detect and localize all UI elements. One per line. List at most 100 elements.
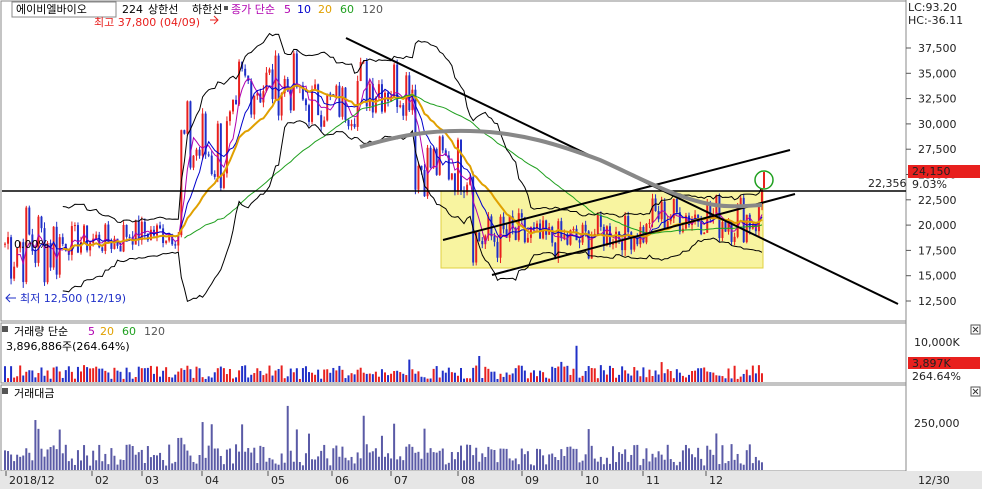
candle-body bbox=[28, 207, 31, 235]
volume-bar bbox=[119, 371, 122, 382]
volume-bar bbox=[55, 366, 58, 382]
x-tick-label: 06 bbox=[335, 474, 349, 487]
candle-body bbox=[326, 93, 329, 121]
left-pct-label: 0.00% bbox=[14, 238, 49, 251]
candle-body bbox=[520, 213, 523, 218]
amount-bar bbox=[259, 445, 262, 470]
amount-bar bbox=[265, 461, 268, 470]
amount-bar bbox=[675, 465, 678, 470]
candle-body bbox=[624, 215, 627, 251]
candle-body bbox=[268, 69, 271, 73]
candle-body bbox=[10, 237, 13, 279]
candle-body bbox=[651, 198, 654, 223]
volume-bar bbox=[444, 372, 447, 382]
volume-bar bbox=[146, 367, 149, 382]
volume-bar bbox=[426, 378, 429, 382]
volume-bar bbox=[116, 370, 119, 382]
amount-bar bbox=[444, 464, 447, 470]
candle-body bbox=[156, 225, 158, 236]
amount-bar bbox=[219, 455, 222, 470]
candle-body bbox=[450, 173, 453, 180]
volume-bar bbox=[596, 378, 599, 382]
amount-bar bbox=[760, 462, 763, 470]
amount-bar bbox=[669, 459, 672, 470]
candle-body bbox=[76, 225, 79, 253]
candle-body bbox=[663, 201, 666, 228]
amount-ytick: 250,000 bbox=[914, 417, 960, 430]
amount-bar bbox=[475, 447, 478, 470]
candle-body bbox=[277, 55, 280, 116]
amount-bar bbox=[678, 461, 681, 470]
candle-body bbox=[222, 173, 225, 188]
candle-body bbox=[429, 147, 432, 168]
candle-body bbox=[733, 236, 736, 242]
collapse-icon[interactable] bbox=[970, 324, 981, 335]
volume-bar bbox=[390, 373, 393, 382]
amount-bar bbox=[487, 446, 490, 470]
candle-body bbox=[122, 224, 125, 252]
volume-bar bbox=[618, 374, 621, 382]
candle-body bbox=[508, 216, 511, 238]
volume-bar bbox=[210, 377, 213, 382]
candle-body bbox=[560, 221, 563, 239]
candle-body bbox=[627, 215, 630, 233]
amount-bar bbox=[432, 452, 435, 470]
amount-bar bbox=[526, 451, 529, 470]
volume-bar bbox=[484, 366, 487, 382]
volume-bar bbox=[13, 377, 16, 382]
volume-bar bbox=[198, 368, 201, 382]
volume-bar bbox=[73, 378, 76, 382]
volume-bar bbox=[335, 370, 338, 382]
candle-body bbox=[496, 241, 499, 258]
y-tick-label: 32,500 bbox=[918, 93, 957, 106]
volume-bar bbox=[165, 367, 168, 382]
candle-body bbox=[4, 243, 6, 245]
amount-bar bbox=[399, 456, 402, 470]
volume-bar bbox=[578, 377, 581, 382]
amount-bar bbox=[393, 423, 396, 470]
volume-bar bbox=[703, 367, 706, 382]
amount-bar bbox=[162, 460, 165, 470]
amount-bar bbox=[718, 464, 721, 470]
amount-bar bbox=[694, 457, 697, 470]
volume-bar bbox=[262, 375, 265, 382]
amount-bar bbox=[22, 455, 25, 470]
amount-bar bbox=[460, 445, 462, 470]
amount-bar bbox=[417, 451, 420, 470]
candle-body bbox=[13, 266, 16, 279]
volume-current-pct: 264.64% bbox=[912, 370, 961, 383]
volume-bar bbox=[140, 368, 143, 382]
volume-bar bbox=[490, 371, 493, 382]
volume-bar bbox=[341, 369, 344, 382]
ma10: 10 bbox=[297, 3, 311, 16]
low-label: 최저 12,500 (12/19) bbox=[20, 292, 126, 305]
amount-bar bbox=[700, 458, 703, 470]
candle-body bbox=[724, 221, 727, 232]
volume-bar bbox=[16, 376, 19, 382]
volume-bar bbox=[162, 370, 165, 382]
volume-bar bbox=[19, 365, 22, 382]
amount-bar bbox=[691, 454, 694, 470]
volume-bar bbox=[228, 368, 231, 382]
amount-bar bbox=[49, 446, 52, 470]
volume-bar bbox=[706, 371, 709, 382]
amount-bar bbox=[98, 444, 101, 470]
candle-body bbox=[34, 251, 37, 263]
volume-bar bbox=[733, 365, 736, 382]
lc-label: LC:93.20 bbox=[908, 1, 957, 14]
amount-bar bbox=[247, 448, 250, 470]
y-tick-label: 15,000 bbox=[918, 270, 957, 283]
amount-bar bbox=[456, 452, 459, 470]
volume-bar bbox=[80, 371, 82, 382]
volume-bar bbox=[344, 378, 347, 382]
volume-bar bbox=[514, 368, 517, 382]
amount-bar bbox=[660, 454, 663, 470]
amount-bar bbox=[19, 456, 22, 470]
amount-bar bbox=[688, 448, 690, 470]
candle-body bbox=[174, 244, 177, 246]
collapse-icon[interactable] bbox=[970, 386, 981, 397]
volume-bar bbox=[517, 365, 520, 382]
candle-body bbox=[323, 120, 326, 127]
amount-bar bbox=[89, 465, 92, 470]
candle-body bbox=[289, 88, 292, 111]
